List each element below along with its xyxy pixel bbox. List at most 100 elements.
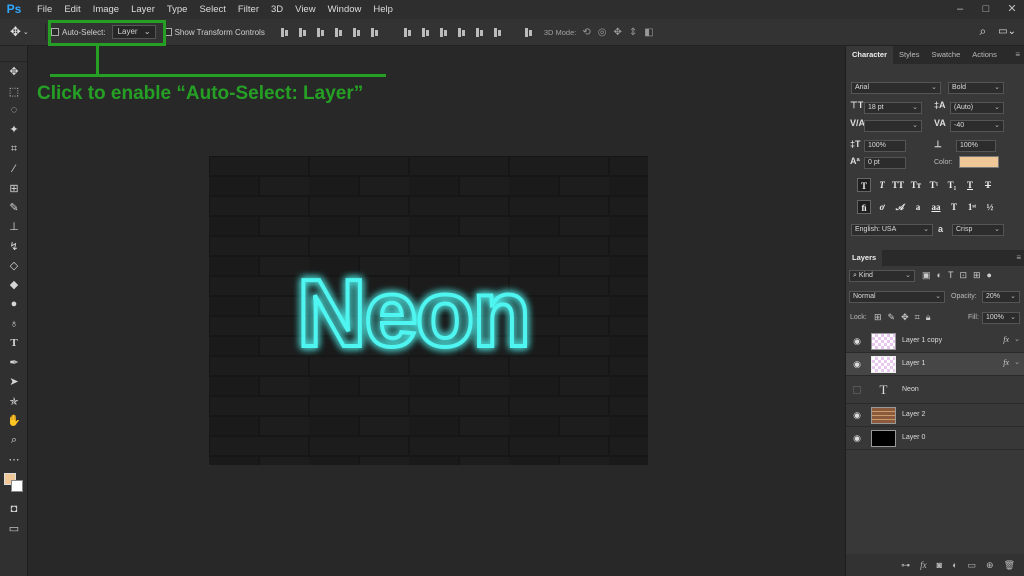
layer-effects-icon[interactable]: fx xyxy=(1003,335,1009,344)
stylistic-alternates-button[interactable]: a xyxy=(911,200,925,214)
screen-mode-icon[interactable]: ▭ xyxy=(0,519,28,538)
filter-toggle-icon[interactable]: ● xyxy=(987,270,992,281)
horizontal-scale-field[interactable]: 100% xyxy=(956,140,996,152)
layer-row[interactable]: ◉ Layer 1 copy fx ⌄ xyxy=(846,330,1024,353)
crop-tool-icon[interactable]: ⌗ xyxy=(0,140,28,159)
menu-3d[interactable]: 3D xyxy=(265,0,289,19)
color-swatches[interactable] xyxy=(0,469,28,499)
lock-transparent-icon[interactable]: ⊞ xyxy=(874,312,882,323)
adjustment-layer-icon[interactable]: ◐ xyxy=(952,560,957,570)
lock-image-icon[interactable]: ✎ xyxy=(888,312,896,323)
custom-shape-tool-icon[interactable]: ✯ xyxy=(0,392,28,411)
show-transform-checkbox[interactable]: Show Transform Controls xyxy=(163,28,265,37)
auto-align-icon[interactable] xyxy=(523,27,534,38)
marquee-tool-icon[interactable]: ⬚ xyxy=(0,81,28,100)
menu-file[interactable]: File xyxy=(31,0,58,19)
pen-tool-icon[interactable]: ✒ xyxy=(0,353,28,372)
layers-menu-icon[interactable]: ≡ xyxy=(1016,250,1024,266)
blur-tool-icon[interactable]: ● xyxy=(0,295,28,314)
search-icon[interactable]: ⌕ xyxy=(979,24,986,39)
align-vcenter-icon[interactable] xyxy=(297,27,308,38)
workspace-icon[interactable]: ▭⌄ xyxy=(998,26,1016,37)
align-bottom-icon[interactable] xyxy=(315,27,326,38)
paint-bucket-tool-icon[interactable]: ◆ xyxy=(0,275,28,294)
align-left-icon[interactable] xyxy=(333,27,344,38)
subscript-button[interactable]: T₁ xyxy=(945,178,959,192)
3d-pan-icon[interactable]: ✥ xyxy=(614,27,622,38)
layer-row[interactable]: ◉ Layer 0 xyxy=(846,427,1024,450)
3d-roll-icon[interactable]: ◎ xyxy=(598,27,607,38)
lock-position-icon[interactable]: ✥ xyxy=(901,312,909,323)
document-canvas[interactable]: Neon xyxy=(209,156,648,465)
align-hcenter-icon[interactable] xyxy=(351,27,362,38)
dodge-tool-icon[interactable]: ♁ xyxy=(0,314,28,333)
tab-actions[interactable]: Actions xyxy=(966,46,1003,64)
history-brush-tool-icon[interactable]: ↯ xyxy=(0,237,28,256)
menu-filter[interactable]: Filter xyxy=(232,0,265,19)
faux-italic-button[interactable]: T xyxy=(875,178,889,192)
new-layer-icon[interactable]: ⊕ xyxy=(986,560,994,571)
ligatures-button[interactable]: ﬁ xyxy=(857,200,871,214)
eraser-tool-icon[interactable]: ◇ xyxy=(0,256,28,275)
faux-bold-button[interactable]: T xyxy=(857,178,871,192)
menu-view[interactable]: View xyxy=(289,0,321,19)
vertical-scale-field[interactable]: 100% xyxy=(864,140,906,152)
tab-character[interactable]: Character xyxy=(846,46,894,64)
type-tool-icon[interactable]: T xyxy=(0,333,28,352)
chevron-down-icon[interactable]: ⌄ xyxy=(1014,358,1020,366)
3d-orbit-icon[interactable]: ⟲ xyxy=(582,27,590,38)
tab-swatches[interactable]: Swatche xyxy=(925,46,966,64)
clone-stamp-tool-icon[interactable]: ⊥ xyxy=(0,217,28,236)
titling-alternates-button[interactable]: aa xyxy=(929,200,943,214)
link-layers-icon[interactable]: ⊶ xyxy=(901,560,910,571)
fractions-button[interactable]: ½ xyxy=(983,200,997,214)
brush-tool-icon[interactable]: ✎ xyxy=(0,198,28,217)
move-tool-icon[interactable]: ✥ xyxy=(0,62,28,81)
menu-edit[interactable]: Edit xyxy=(58,0,86,19)
underline-button[interactable]: T xyxy=(963,178,977,192)
add-layer-style-icon[interactable]: fx xyxy=(920,560,927,570)
font-size-field[interactable]: 18 pt ⌄ xyxy=(864,102,922,114)
tab-styles[interactable]: Styles xyxy=(893,46,925,64)
opacity-field[interactable]: 20% ⌄ xyxy=(982,291,1020,303)
minimize-icon[interactable]: – xyxy=(954,3,966,15)
visibility-eye-icon[interactable]: ◉ xyxy=(851,410,863,420)
filter-smart-object-icon[interactable]: ⊞ xyxy=(973,270,981,281)
superscript-button[interactable]: T¹ xyxy=(927,178,941,192)
kerning-field[interactable]: ⌄ xyxy=(864,120,922,132)
layer-row[interactable]: T Neon xyxy=(846,376,1024,404)
move-tool-preset-icon[interactable]: ✥ ⌄ xyxy=(10,22,40,42)
path-selection-tool-icon[interactable]: ➤ xyxy=(0,372,28,391)
strikethrough-button[interactable]: T xyxy=(981,178,995,192)
zoom-tool-icon[interactable]: ⌕ xyxy=(0,430,28,449)
language-select[interactable]: English: USA ⌄ xyxy=(851,224,933,236)
filter-type-icon[interactable]: T xyxy=(948,270,954,281)
distribute-hcenter-icon[interactable] xyxy=(474,27,485,38)
layer-row-selected[interactable]: ◉ Layer 1 fx ⌄ xyxy=(846,353,1024,376)
menu-help[interactable]: Help xyxy=(367,0,399,19)
tracking-field[interactable]: -40 ⌄ xyxy=(950,120,1004,132)
layer-filter-kind-select[interactable]: ⌕ Kind ⌄ xyxy=(849,270,915,282)
baseline-shift-field[interactable]: 0 pt xyxy=(864,157,906,169)
filter-adjustment-icon[interactable]: ◐ xyxy=(937,270,942,281)
blend-mode-select[interactable]: Normal ⌄ xyxy=(849,291,945,303)
layer-row[interactable]: ◉ Layer 2 xyxy=(846,404,1024,427)
visibility-eye-icon[interactable]: ◉ xyxy=(851,359,863,369)
visibility-eye-icon[interactable]: ◉ xyxy=(851,336,863,346)
add-mask-icon[interactable]: ◙ xyxy=(937,560,942,570)
distribute-bottom-icon[interactable] xyxy=(438,27,449,38)
new-group-icon[interactable]: ▭ xyxy=(968,560,977,571)
swash-button[interactable]: 𝒜 xyxy=(893,200,907,214)
align-top-icon[interactable] xyxy=(279,27,290,38)
all-caps-button[interactable]: TT xyxy=(891,178,905,192)
layer-effects-icon[interactable]: fx xyxy=(1003,358,1009,367)
menu-select[interactable]: Select xyxy=(193,0,231,19)
text-color-swatch[interactable] xyxy=(959,156,999,168)
background-color-swatch[interactable] xyxy=(11,480,23,493)
font-family-select[interactable]: Arial ⌄ xyxy=(851,82,941,94)
distribute-top-icon[interactable] xyxy=(402,27,413,38)
visibility-eye-icon[interactable]: ◉ xyxy=(851,433,863,443)
font-style-select[interactable]: Bold ⌄ xyxy=(948,82,1004,94)
maximize-icon[interactable]: □ xyxy=(980,3,992,15)
3d-scale-icon[interactable]: ◧ xyxy=(644,27,653,38)
